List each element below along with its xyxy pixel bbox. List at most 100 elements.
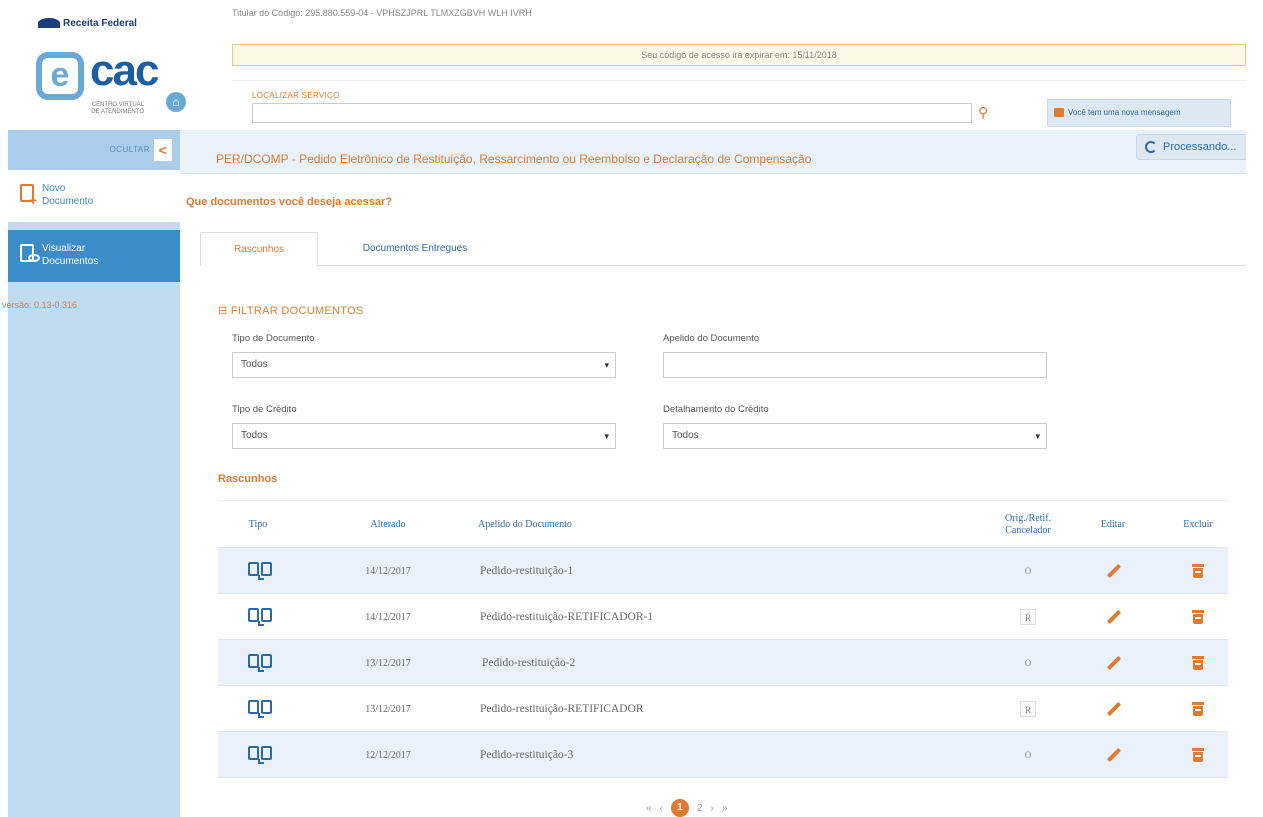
cell-name[interactable]: Pedido-restituição-2 [482,640,575,686]
processing-label: Processando... [1163,141,1237,153]
receita-federal-logo[interactable]: Receita Federal [38,18,137,29]
cell-delete[interactable] [1192,640,1204,686]
pencil-icon[interactable] [1106,702,1120,716]
col-apelido: Apelido do Documento [478,519,572,530]
cell-edit[interactable] [1106,686,1120,732]
cell-date: 14/12/2017 [365,611,411,623]
cell-delete[interactable] [1192,548,1204,594]
apelido-input[interactable] [663,352,1047,378]
chevron-left-icon[interactable]: < [154,139,172,161]
col-excluir: Excluir [1183,519,1213,530]
detalhamento-label: Detalhamento do Crédito [663,404,769,415]
cell-name[interactable]: Pedido-restituição-RETIFICADOR-1 [480,594,653,640]
filter-toggle[interactable]: ⊟ FILTRAR DOCUMENTOS [218,304,364,317]
table-row[interactable]: 14/12/2017 Pedido-restituição-1 O [218,548,1228,594]
new-document-label: Novo Documento [42,183,94,207]
cell-orig: O [1020,732,1036,778]
table-row[interactable]: 13/12/2017 Pedido-restituição-2 O [218,640,1228,686]
chevron-down-icon: ▾ [604,360,609,370]
cell-orig: O [1020,548,1036,594]
next-page-button[interactable]: › [710,803,713,814]
col-alterado: Alterado [370,519,406,530]
col-tipo: Tipo [248,519,268,530]
cell-date: 13/12/2017 [365,657,411,669]
cell-name[interactable]: Pedido-restituição-RETIFICADOR [480,686,644,732]
document-book-icon [248,654,274,672]
cell-tipo [248,732,274,778]
trash-icon[interactable] [1192,610,1204,624]
table-row[interactable]: 12/12/2017 Pedido-restituição-3 O [218,732,1228,778]
tab-rascunhos[interactable]: Rascunhos [200,232,318,266]
sidebar-item-new-document[interactable]: + Novo Documento [8,170,180,222]
cell-name[interactable]: Pedido-restituição-3 [480,732,573,778]
spinner-icon [1145,141,1157,153]
home-icon[interactable]: ⌂ [166,92,186,112]
pencil-icon[interactable] [1106,564,1120,578]
ecac-cac-text: cac [90,46,159,95]
trash-icon[interactable] [1192,702,1204,716]
first-page-button[interactable]: « [646,803,652,814]
pencil-icon[interactable] [1106,748,1120,762]
cell-edit[interactable] [1106,732,1120,778]
retif-badge: R [1020,701,1036,717]
page-title: PER/DCOMP - Pedido Eletrônico de Restitu… [216,152,812,166]
tipo-credito-select[interactable]: Todos ▾ [232,423,616,449]
bird-icon [38,18,60,29]
cell-name[interactable]: Pedido-restituição-1 [480,548,573,594]
detalhamento-value: Todos [672,430,699,441]
cell-orig: R [1020,686,1036,732]
hide-sidebar-label: OCULTAR [109,145,150,154]
header: Receita Federal e cac CENTRO VIRTUAL DE … [0,0,1263,130]
cell-date: 13/12/2017 [365,703,411,715]
orig-badge: O [1024,658,1032,668]
version-label: versão: 0.13-0.316 [2,300,78,310]
expire-notice: Seu código de acesso irá expirar em: 15/… [232,44,1246,66]
cell-delete[interactable] [1192,732,1204,778]
detalhamento-select[interactable]: Todos ▾ [663,423,1047,449]
tab-documentos-entregues[interactable]: Documentos Entregues [340,232,490,266]
document-book-icon [248,746,274,764]
document-book-icon [248,700,274,718]
search-icon[interactable]: ⚲ [978,105,992,119]
cell-edit[interactable] [1106,594,1120,640]
ecac-subtitle: CENTRO VIRTUAL DE ATENDIMENTO [91,102,144,115]
cell-edit[interactable] [1106,548,1120,594]
chevron-down-icon: ▾ [604,431,609,441]
pencil-icon[interactable] [1106,656,1120,670]
brand-label: Receita Federal [63,18,137,29]
ecac-logo[interactable]: e cac CENTRO VIRTUAL DE ATENDIMENTO [36,46,159,115]
tipo-documento-select[interactable]: Todos ▾ [232,352,616,378]
sidebar-item-view-documents[interactable]: Visualizar Documentos [8,230,180,282]
messages-button[interactable]: Você tem uma nova mensagem [1047,99,1231,127]
question-heading: Que documentos você deseja acessar? [186,196,393,208]
trash-icon[interactable] [1192,748,1204,762]
tabs: Rascunhos Documentos Entregues [200,232,1263,266]
cell-delete[interactable] [1192,594,1204,640]
cell-date: 12/12/2017 [365,749,411,761]
page-1-button[interactable]: 1 [670,799,689,817]
hide-sidebar-button[interactable]: OCULTAR < [8,130,180,170]
cell-tipo [248,548,274,594]
trash-icon[interactable] [1192,564,1204,578]
cell-edit[interactable] [1106,640,1120,686]
cell-delete[interactable] [1192,686,1204,732]
table-row[interactable]: 14/12/2017 Pedido-restituição-RETIFICADO… [218,594,1228,640]
prev-page-button[interactable]: ‹ [660,803,663,814]
search-input[interactable] [252,103,972,123]
pencil-icon[interactable] [1106,610,1120,624]
page-2-button[interactable]: 2 [697,803,703,814]
table-header: Tipo Alterado Apelido do Documento Orig.… [218,500,1228,548]
cell-tipo [248,686,274,732]
retif-badge: R [1020,609,1036,625]
cell-date: 14/12/2017 [365,565,411,577]
table-row[interactable]: 13/12/2017 Pedido-restituição-RETIFICADO… [218,686,1228,732]
cell-orig: O [1020,640,1036,686]
messages-label: Você tem uma nova mensagem [1068,108,1181,117]
rascunhos-heading: Rascunhos [218,473,278,485]
new-document-icon: + [20,184,38,207]
page-header: PER/DCOMP - Pedido Eletrônico de Restitu… [180,130,1263,174]
trash-icon[interactable] [1192,656,1204,670]
tipo-credito-value: Todos [241,430,268,441]
last-page-button[interactable]: » [722,803,728,814]
pagination: « ‹ 1 2 › » [646,798,727,817]
